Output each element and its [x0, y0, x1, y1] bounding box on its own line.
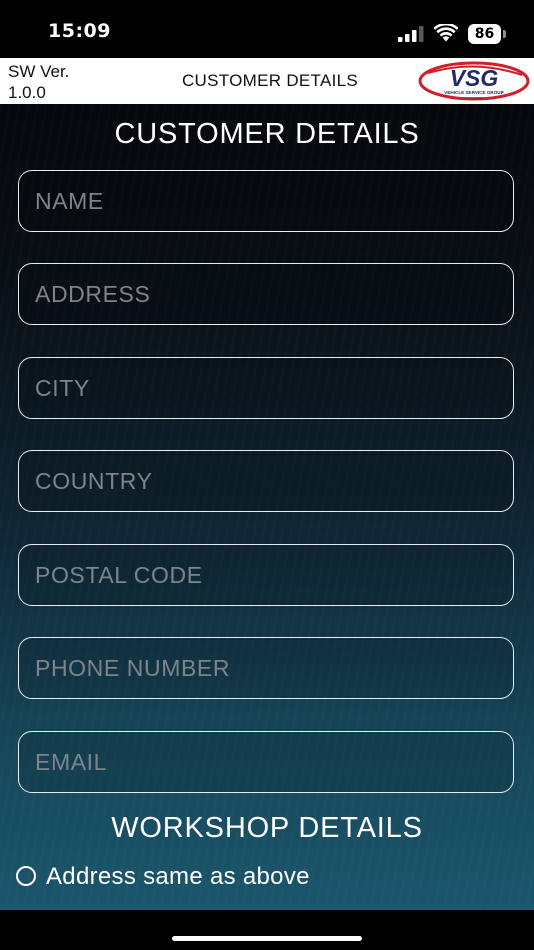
- workshop-details-title: WORKSHOP DETAILS: [111, 812, 423, 844]
- battery-cap: [503, 30, 506, 38]
- email-field[interactable]: EMAIL: [18, 731, 514, 793]
- status-bar: 15:09 86: [0, 0, 534, 58]
- same-address-label: Address same as above: [46, 863, 310, 890]
- radio-icon[interactable]: [16, 866, 36, 886]
- signal-icon: [398, 26, 424, 42]
- name-field[interactable]: NAME: [18, 170, 514, 232]
- sw-version: SW Ver. 1.0.0: [8, 61, 69, 103]
- sw-version-number: 1.0.0: [8, 83, 46, 102]
- phone-number-field[interactable]: PHONE NUMBER: [18, 637, 514, 699]
- vsg-logo: VSG VEHICLE SERVICE GROUP a company: [418, 61, 530, 101]
- vsg-logo-tagline: a company: [465, 96, 483, 100]
- customer-details-title: CUSTOMER DETAILS: [114, 118, 420, 150]
- home-indicator[interactable]: [172, 936, 362, 941]
- wifi-icon: [434, 24, 458, 42]
- postal-code-placeholder: POSTAL CODE: [35, 562, 203, 588]
- city-placeholder: CITY: [35, 375, 90, 401]
- address-placeholder: ADDRESS: [35, 281, 151, 307]
- header-title: CUSTOMER DETAILS: [181, 71, 359, 90]
- country-placeholder: COUNTRY: [35, 468, 153, 494]
- email-placeholder: EMAIL: [35, 749, 108, 775]
- home-indicator-area: [0, 910, 534, 950]
- vsg-logo-text: VSG: [450, 65, 499, 91]
- content-area: CUSTOMER DETAILS NAME ADDRESS CITY COUNT…: [0, 104, 534, 910]
- status-time: 15:09: [48, 20, 111, 42]
- sw-version-label: SW Ver.: [8, 62, 70, 81]
- postal-code-field[interactable]: POSTAL CODE: [18, 544, 514, 606]
- battery-icon: 86: [468, 24, 506, 44]
- battery-level: 86: [474, 26, 495, 42]
- phone-number-placeholder: PHONE NUMBER: [35, 655, 231, 681]
- city-field[interactable]: CITY: [18, 357, 514, 419]
- vsg-logo-subtext: VEHICLE SERVICE GROUP: [444, 90, 503, 95]
- screen: 15:09 86 SW Ver. 1.0.0 CUSTOMER DETAILS: [0, 0, 534, 950]
- same-address-option[interactable]: Address same as above: [14, 862, 414, 894]
- app-header: SW Ver. 1.0.0 CUSTOMER DETAILS VSG VEHIC…: [0, 58, 534, 104]
- address-field[interactable]: ADDRESS: [18, 263, 514, 325]
- name-placeholder: NAME: [35, 188, 104, 214]
- country-field[interactable]: COUNTRY: [18, 450, 514, 512]
